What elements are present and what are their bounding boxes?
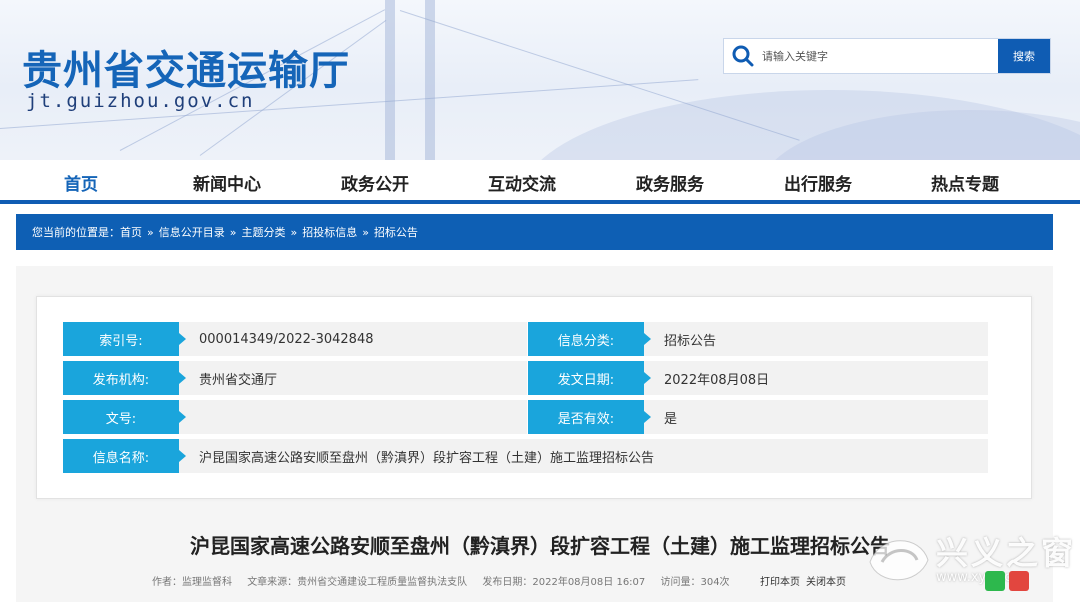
breadcrumb-item-bidding[interactable]: 招投标信息 [302, 224, 357, 240]
bridge-tower-graphic [385, 0, 395, 160]
nav-item-interaction[interactable]: 互动交流 [488, 170, 556, 195]
info-row-index: 索引号: 000014349/2022-3042848 [63, 322, 527, 356]
nav-item-travel-service[interactable]: 出行服务 [784, 170, 852, 195]
watermark-text: 兴义之窗 [936, 534, 1077, 572]
share-icons [985, 571, 1029, 591]
info-value-publisher: 贵州省交通厅 [179, 361, 527, 395]
search-button[interactable]: 搜索 [998, 39, 1050, 73]
site-title-logo[interactable]: 贵州省交通运输厅 [22, 38, 350, 96]
info-row-valid: 是否有效: 是 [528, 400, 988, 434]
info-value-date: 2022年08月08日 [644, 361, 988, 395]
nav-item-home[interactable]: 首页 [64, 170, 98, 195]
article-actions: 打印本页 关闭本页 [760, 573, 852, 588]
breadcrumb: 您当前的位置是： 首页 » 信息公开目录 » 主题分类 » 招投标信息 » 招标… [16, 214, 1053, 250]
breadcrumb-separator: » [362, 225, 369, 239]
info-label-valid: 是否有效: [528, 400, 651, 434]
weibo-share-icon[interactable] [1009, 571, 1029, 591]
bridge-cable-graphic [399, 10, 800, 141]
breadcrumb-item-notice[interactable]: 招标公告 [374, 224, 418, 240]
info-value-docno [179, 400, 527, 434]
close-page-link[interactable]: 关闭本页 [806, 577, 846, 588]
info-row-date: 发文日期: 2022年08月08日 [528, 361, 988, 395]
wechat-share-icon[interactable] [985, 571, 1005, 591]
article-meta: 作者：监理监督科 文章来源：贵州省交通建设工程质量监督执法支队 发布日期：202… [152, 573, 742, 588]
info-row-category: 信息分类: 招标公告 [528, 322, 988, 356]
site-header: 贵州省交通运输厅 jt.guizhou.gov.cn 搜索 [0, 0, 1080, 160]
bridge-tower-graphic [425, 0, 435, 160]
nav-item-news[interactable]: 新闻中心 [193, 170, 261, 195]
info-label-index: 索引号: [63, 322, 186, 356]
breadcrumb-item-topic[interactable]: 主题分类 [241, 224, 285, 240]
info-value-name: 沪昆国家高速公路安顺至盘州（黔滇界）段扩容工程（土建）施工监理招标公告 [179, 439, 988, 473]
article-publish-time: 发布日期：2022年08月08日 16:07 [482, 577, 646, 588]
site-domain: jt.guizhou.gov.cn [26, 90, 255, 112]
nav-item-hot-topics[interactable]: 热点专题 [931, 170, 999, 195]
info-row-publisher: 发布机构: 贵州省交通厅 [63, 361, 527, 395]
article-author: 作者：监理监督科 [152, 577, 232, 588]
info-value-category: 招标公告 [644, 322, 988, 356]
info-label-publisher: 发布机构: [63, 361, 186, 395]
info-label-name: 信息名称: [63, 439, 186, 473]
document-info-card: 索引号: 000014349/2022-3042848 信息分类: 招标公告 发… [36, 296, 1032, 499]
search-box: 搜索 [723, 38, 1051, 74]
info-row-name: 信息名称: 沪昆国家高速公路安顺至盘州（黔滇界）段扩容工程（土建）施工监理招标公… [63, 439, 988, 473]
nav-item-gov-service[interactable]: 政务服务 [636, 170, 704, 195]
info-label-category: 信息分类: [528, 322, 651, 356]
breadcrumb-item-home[interactable]: 首页 [120, 224, 142, 240]
search-icon[interactable] [724, 39, 762, 73]
breadcrumb-separator: » [229, 225, 237, 239]
article-source: 文章来源：贵州省交通建设工程质量监督执法支队 [247, 577, 468, 588]
print-page-link[interactable]: 打印本页 [760, 577, 800, 588]
breadcrumb-separator: » [147, 225, 154, 239]
breadcrumb-prefix: 您当前的位置是： [32, 226, 120, 239]
main-nav: 首页 新闻中心 政务公开 互动交流 政务服务 出行服务 热点专题 [0, 160, 1080, 204]
breadcrumb-item-catalog[interactable]: 信息公开目录 [159, 224, 225, 240]
info-value-valid: 是 [644, 400, 988, 434]
info-value-index: 000014349/2022-3042848 [179, 322, 527, 356]
nav-item-gov-info[interactable]: 政务公开 [341, 170, 409, 195]
breadcrumb-separator: » [290, 225, 298, 239]
info-label-date: 发文日期: [528, 361, 651, 395]
info-label-docno: 文号: [63, 400, 186, 434]
search-input[interactable] [762, 39, 998, 73]
info-row-docno: 文号: [63, 400, 527, 434]
article-views: 访问量：304次 [660, 577, 730, 588]
